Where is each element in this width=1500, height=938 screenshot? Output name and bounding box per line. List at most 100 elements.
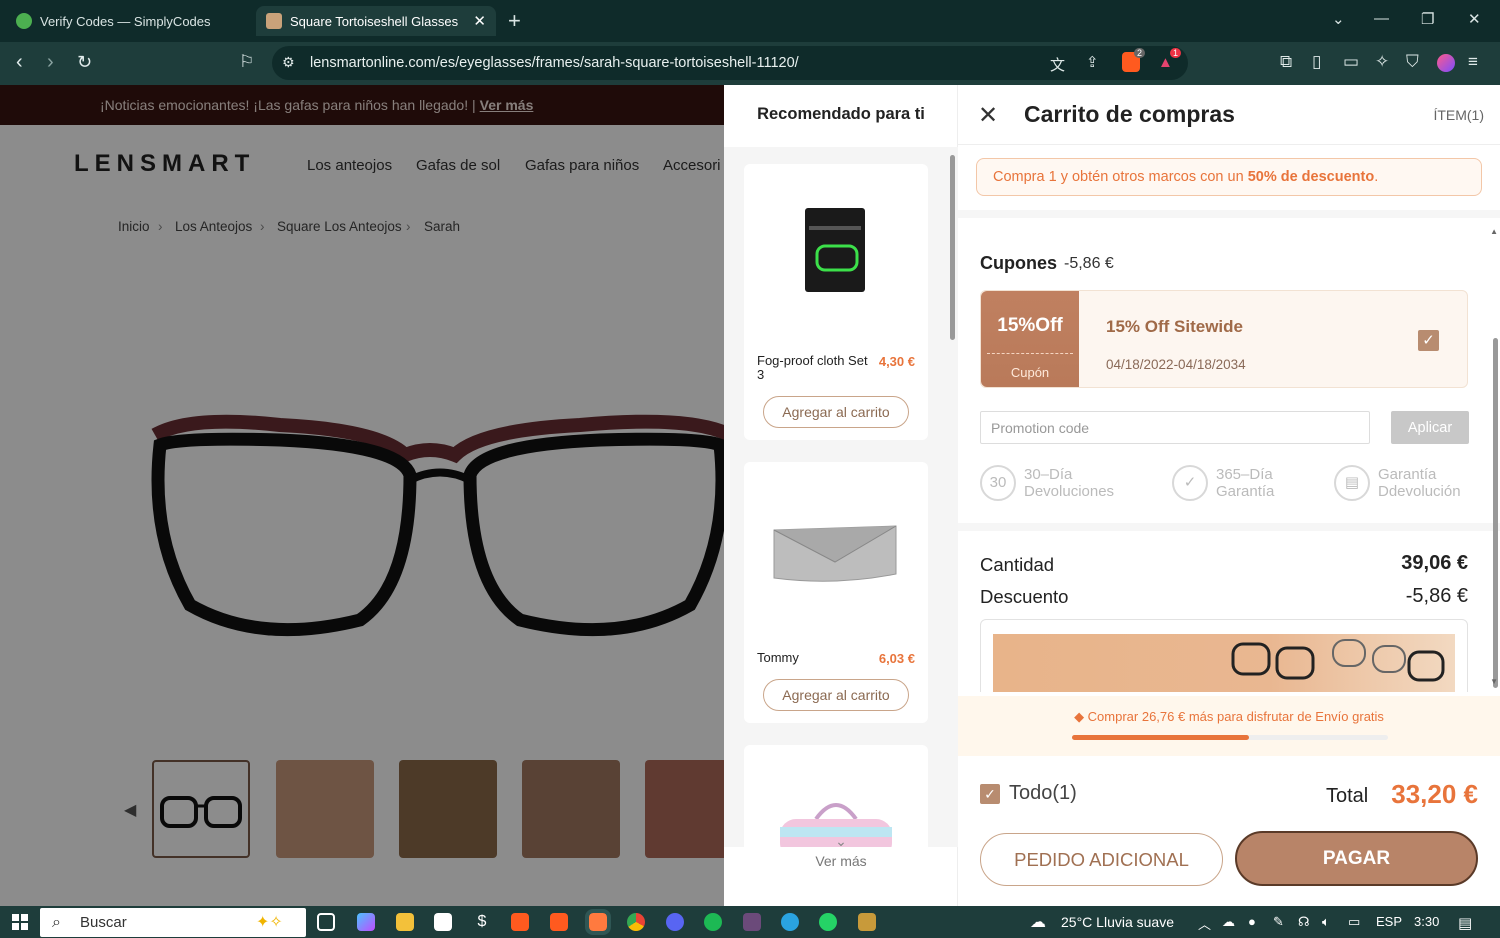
- forward-arrow-icon[interactable]: ›: [47, 50, 54, 74]
- brave-active-icon[interactable]: [585, 909, 611, 935]
- recommended-item[interactable]: Tommy 6,03 € Agregar al carrito: [744, 462, 928, 723]
- brave-beta-icon[interactable]: [550, 913, 568, 931]
- cart-title: Carrito de compras: [1024, 101, 1235, 127]
- game-app-icon[interactable]: [743, 913, 761, 931]
- modal-overlay[interactable]: [0, 85, 724, 906]
- notifications-icon[interactable]: ▤: [1458, 914, 1472, 932]
- chrome-icon[interactable]: [627, 913, 645, 931]
- close-tab-icon[interactable]: ✕: [473, 12, 486, 30]
- close-cart-icon[interactable]: ✕: [978, 101, 998, 130]
- coupon-name: 15% Off Sitewide: [1106, 317, 1243, 336]
- scroll-up-icon[interactable]: ▲: [1490, 227, 1498, 236]
- language-indicator[interactable]: ESP: [1376, 914, 1402, 929]
- back-arrow-icon[interactable]: ‹: [16, 50, 23, 74]
- promo-banner-highlight: 50% de descuento: [1247, 169, 1375, 185]
- bookmark-icon[interactable]: ⚐: [239, 50, 254, 74]
- telegram-icon[interactable]: [781, 913, 799, 931]
- weather-icon[interactable]: ☁: [1030, 912, 1046, 932]
- banner-glasses-icon: [1231, 639, 1445, 682]
- copilot-sparkle-icon: ✦✧: [256, 914, 283, 931]
- copilot-icon[interactable]: [357, 913, 375, 931]
- network-icon[interactable]: ▭: [1348, 914, 1360, 930]
- coupons-amount: -5,86 €: [1064, 255, 1114, 272]
- headset-icon[interactable]: ☊: [1298, 914, 1310, 930]
- weather-text[interactable]: 25°C Lluvia suave: [1061, 914, 1174, 930]
- share-icon[interactable]: ⇪: [1086, 53, 1099, 71]
- whatsapp-icon[interactable]: [819, 913, 837, 931]
- shipping-progress-fill: [1072, 735, 1249, 740]
- add-to-cart-button[interactable]: Agregar al carrito: [763, 396, 909, 428]
- add-to-cart-button[interactable]: Agregar al carrito: [763, 679, 909, 711]
- recommended-list: Fog-proof cloth Set 3 4,30 € Agregar al …: [724, 147, 958, 847]
- clock[interactable]: 3:30: [1414, 914, 1439, 929]
- 30-day-returns-icon: 30: [980, 465, 1016, 501]
- total-label: Total: [1326, 785, 1369, 807]
- sidebar-icon[interactable]: ▯: [1312, 52, 1321, 72]
- guarantee-returns: 30 30–Día Devoluciones: [980, 465, 1114, 501]
- leo-ai-icon[interactable]: ✧: [1375, 52, 1389, 72]
- cart-scrollbar[interactable]: [1493, 338, 1498, 688]
- reload-icon[interactable]: ↻: [77, 50, 92, 74]
- quantity-value: 39,06 €: [1401, 552, 1468, 574]
- promotion-code-input[interactable]: [980, 411, 1370, 444]
- wallet-icon: ▤: [1334, 465, 1370, 501]
- tab-simplycodes[interactable]: Verify Codes — SimplyCodes: [6, 6, 250, 36]
- windows-start-icon[interactable]: [12, 914, 28, 930]
- see-more-link[interactable]: Ver más: [724, 853, 958, 869]
- url-text[interactable]: lensmartonline.com/es/eyeglasses/frames/…: [310, 55, 799, 71]
- tab-lensmart[interactable]: Square Tortoiseshell Glasses | S ✕: [256, 6, 496, 36]
- close-window-button[interactable]: ✕: [1468, 10, 1481, 28]
- dollar-app-icon[interactable]: $: [473, 913, 491, 931]
- translate-icon[interactable]: 文: [1050, 54, 1065, 75]
- guarantee-line1: 365–Día: [1216, 466, 1273, 483]
- checkout-pay-button[interactable]: PAGAR: [1235, 831, 1478, 886]
- menu-icon[interactable]: ≡: [1468, 52, 1478, 72]
- onedrive-icon[interactable]: ☁: [1222, 914, 1235, 930]
- guarantee-line1: Garantía: [1378, 466, 1437, 483]
- wow-icon[interactable]: [858, 913, 876, 931]
- chevron-down-icon[interactable]: ⌄: [724, 833, 958, 850]
- promo-glasses-banner[interactable]: [980, 619, 1468, 692]
- coupons-label: Cupones: [980, 253, 1058, 273]
- coupon-badge: 15%Off Cupón: [981, 291, 1079, 387]
- pen-icon[interactable]: ✎: [1273, 914, 1284, 930]
- store-icon[interactable]: [434, 913, 452, 931]
- select-all-label[interactable]: Todo(1): [1009, 782, 1077, 805]
- recommended-scrollbar[interactable]: [950, 155, 955, 340]
- lensmart-favicon-icon: [266, 13, 282, 29]
- minimize-button[interactable]: —: [1374, 10, 1389, 27]
- spotify-icon[interactable]: [704, 913, 722, 931]
- recommended-item[interactable]: [744, 745, 928, 847]
- recommended-item[interactable]: Fog-proof cloth Set 3 4,30 € Agregar al …: [744, 164, 928, 440]
- profile-avatar[interactable]: [1437, 54, 1455, 72]
- banner-image: [993, 634, 1455, 692]
- site-settings-icon[interactable]: ⚙: [282, 54, 295, 71]
- coupon-divider: [987, 353, 1073, 354]
- recommended-item-name: Tommy: [757, 650, 799, 665]
- maximize-button[interactable]: ❐: [1421, 10, 1434, 28]
- coupon-card[interactable]: 15%Off Cupón 15% Off Sitewide 04/18/2022…: [980, 290, 1468, 388]
- tray-app-icon[interactable]: ●: [1248, 914, 1256, 929]
- discord-icon[interactable]: [666, 913, 684, 931]
- extensions-icon[interactable]: ⧉: [1280, 52, 1292, 72]
- address-bar[interactable]: ⚙ lensmartonline.com/es/eyeglasses/frame…: [272, 46, 1188, 80]
- taskbar-search[interactable]: ⌕ Buscar ✦✧: [40, 908, 306, 937]
- wallet-icon[interactable]: ▭: [1343, 52, 1359, 72]
- promo-banner: Compra 1 y obtén otros marcos con un 50%…: [976, 158, 1482, 196]
- file-explorer-icon[interactable]: [396, 913, 414, 931]
- additional-order-button[interactable]: PEDIDO ADICIONAL: [980, 833, 1223, 886]
- apply-code-button[interactable]: Aplicar: [1391, 411, 1469, 444]
- task-view-icon[interactable]: [317, 913, 335, 931]
- scroll-down-icon[interactable]: ▼: [1490, 677, 1498, 686]
- guarantee-line1: 30–Día: [1024, 466, 1073, 483]
- new-tab-button[interactable]: +: [508, 8, 521, 34]
- coupon-dates: 04/18/2022-04/18/2034: [1106, 357, 1246, 372]
- total-value: 33,20 €: [1391, 779, 1478, 809]
- tab-list-chevron-icon[interactable]: ⌄: [1332, 10, 1345, 28]
- volume-icon[interactable]: 🔈︎: [1322, 914, 1330, 930]
- brave-icon[interactable]: [511, 913, 529, 931]
- coupon-checkbox[interactable]: ✓: [1418, 330, 1439, 351]
- select-all-checkbox[interactable]: ✓: [980, 784, 1000, 804]
- vpn-shield-icon[interactable]: ⛉: [1406, 52, 1419, 72]
- tray-chevron-icon[interactable]: ︿: [1198, 914, 1211, 933]
